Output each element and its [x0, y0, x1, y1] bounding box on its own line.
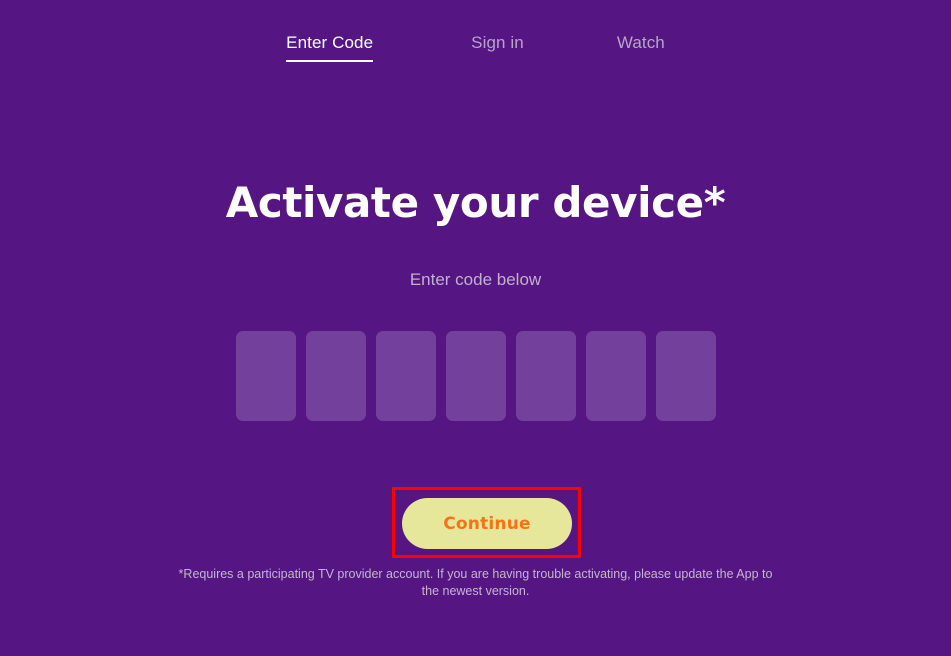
top-navigation: Enter Code Sign in Watch — [0, 32, 951, 62]
code-entry-row — [0, 331, 951, 421]
code-digit-input-3[interactable] — [375, 331, 436, 421]
code-digit-input-6[interactable] — [585, 331, 646, 421]
code-digit-input-7[interactable] — [655, 331, 716, 421]
tab-watch[interactable]: Watch — [617, 32, 665, 62]
code-digit-input-4[interactable] — [445, 331, 506, 421]
footnote-text: *Requires a participating TV provider ac… — [178, 567, 773, 598]
activate-device-page: Enter Code Sign in Watch Activate your d… — [0, 0, 951, 656]
tab-sign-in[interactable]: Sign in — [471, 32, 524, 62]
code-digit-input-1[interactable] — [235, 331, 296, 421]
page-title-text: Activate your device — [225, 178, 704, 227]
subtitle: Enter code below — [409, 270, 542, 289]
code-digit-input-5[interactable] — [515, 331, 576, 421]
code-digit-input-2[interactable] — [305, 331, 366, 421]
page-title-asterisk: * — [703, 178, 726, 227]
tab-enter-code[interactable]: Enter Code — [286, 32, 374, 62]
page-title: Activate your device* — [0, 178, 951, 228]
continue-button[interactable]: Continue — [402, 498, 572, 549]
